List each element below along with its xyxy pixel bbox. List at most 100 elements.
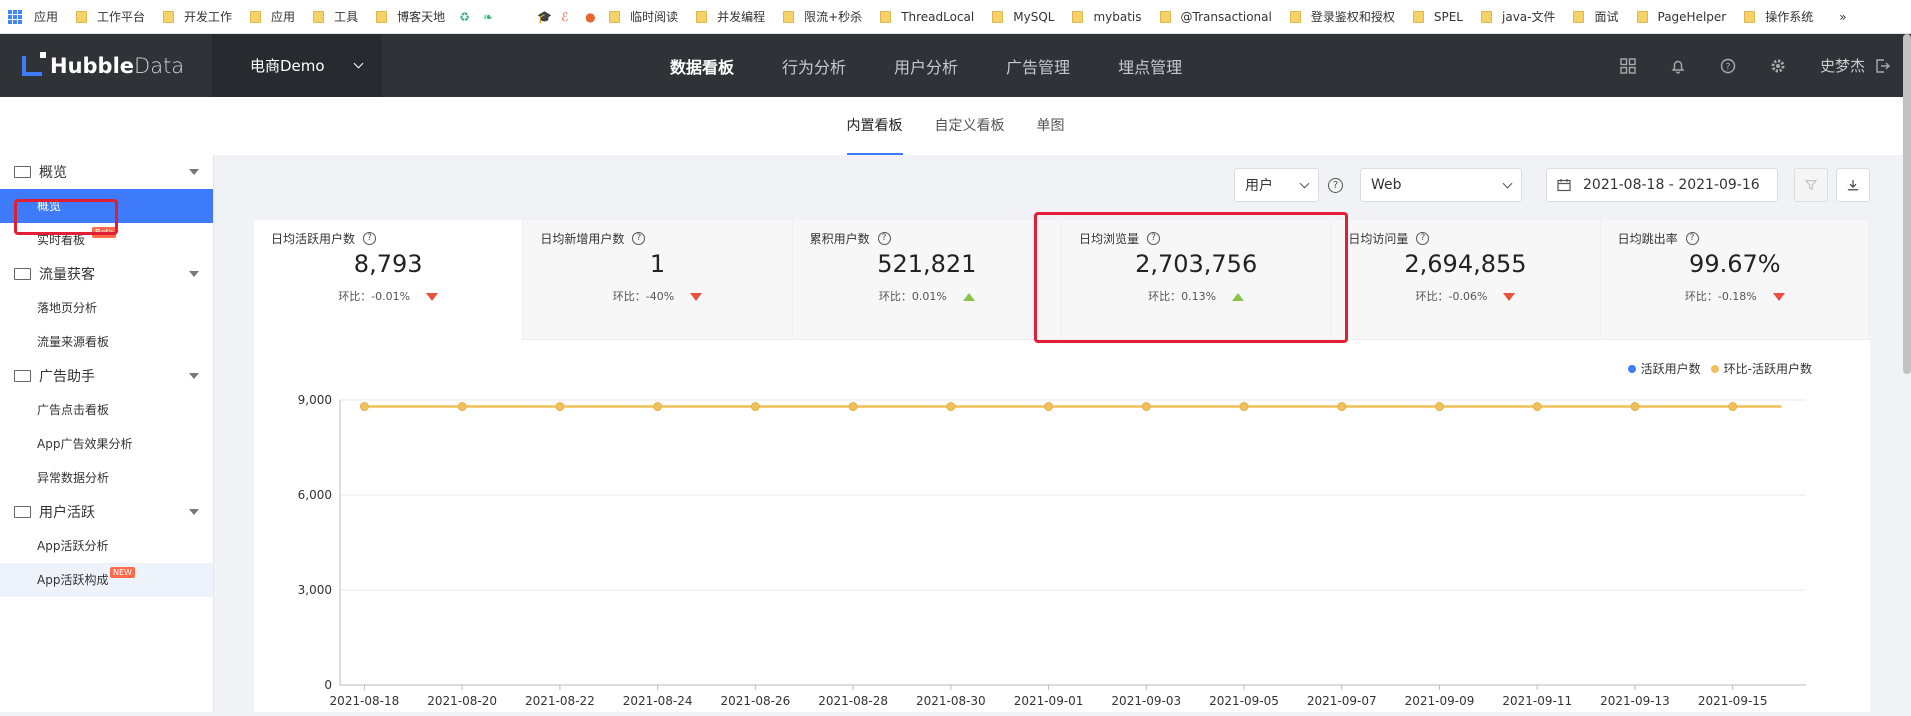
data-point bbox=[1728, 402, 1738, 412]
help-icon[interactable]: ? bbox=[1720, 58, 1736, 74]
bookmark-label: MySQL bbox=[1013, 9, 1055, 24]
bookmark-label: 并发编程 bbox=[717, 10, 766, 24]
menu-item[interactable]: 用户分析 bbox=[894, 54, 958, 78]
help-icon[interactable]: ? bbox=[363, 232, 377, 245]
trend-down-icon bbox=[426, 293, 439, 301]
bookmark-item[interactable]: SPEL bbox=[1412, 8, 1463, 25]
gear-icon[interactable] bbox=[1770, 58, 1786, 74]
bell-icon[interactable] bbox=[1670, 58, 1686, 74]
sidebar-group[interactable]: 广告助手 bbox=[0, 359, 213, 393]
sidebar-group[interactable]: 用户活跃 bbox=[0, 495, 213, 529]
metric-card[interactable]: 日均活跃用户数? 8,793 环比：-0.01% bbox=[254, 220, 524, 340]
sidebar-item[interactable]: 落地页分析 bbox=[0, 291, 213, 325]
sidebar-item-label: App广告效果分析 bbox=[37, 437, 133, 451]
sidebar-badge: NEW bbox=[110, 567, 135, 578]
bookmark-item[interactable]: 操作系统 bbox=[1744, 8, 1813, 25]
help-icon[interactable]: ? bbox=[1328, 178, 1343, 193]
folder-icon bbox=[250, 10, 262, 23]
bookmark-item[interactable]: PageHelper bbox=[1636, 8, 1726, 25]
bookmark-item[interactable]: 博客天地 bbox=[376, 8, 445, 25]
bookmarks-more-icon[interactable]: » bbox=[1839, 10, 1846, 24]
sidebar-group[interactable]: 概览 bbox=[0, 155, 213, 189]
logout-icon[interactable] bbox=[1875, 58, 1891, 74]
help-icon[interactable]: ? bbox=[1416, 232, 1430, 245]
user-name[interactable]: 史梦杰 bbox=[1820, 55, 1865, 76]
metric-value: 99.67% bbox=[1689, 250, 1781, 278]
bookmark-item[interactable]: 开发工作 bbox=[163, 8, 232, 25]
legend-label-active[interactable]: 活跃用户数 bbox=[1641, 360, 1701, 377]
sidebar-item[interactable]: App活跃构成 NEW bbox=[0, 563, 213, 597]
metric-card[interactable]: 日均访问量? 2,694,855 环比：-0.06% bbox=[1331, 220, 1601, 340]
x-tick-label: 2021-09-05 bbox=[1209, 694, 1279, 708]
bookmark-item[interactable]: 登录鉴权和授权 bbox=[1289, 8, 1395, 25]
metric-change: 环比：-40% bbox=[523, 288, 791, 304]
metric-card[interactable]: 日均新增用户数? 1 环比：-40% bbox=[523, 220, 793, 340]
metric-change-text: 环比：-0.06% bbox=[1415, 290, 1488, 303]
bookmark-item[interactable]: 临时阅读 bbox=[609, 8, 678, 25]
help-icon[interactable]: ? bbox=[877, 232, 891, 245]
metric-value: 521,821 bbox=[877, 250, 977, 278]
bookmark-item[interactable]: 工具 bbox=[313, 8, 358, 25]
sub-tab[interactable]: 单图 bbox=[1037, 97, 1065, 155]
logo-icon[interactable]: ℰ bbox=[561, 10, 575, 24]
bookmark-item[interactable]: java-文件 bbox=[1481, 8, 1555, 25]
x-tick-label: 2021-08-20 bbox=[427, 694, 497, 708]
platform-select[interactable]: Web bbox=[1360, 168, 1522, 202]
menu-item[interactable]: 埋点管理 bbox=[1118, 54, 1182, 78]
metric-card[interactable]: 累积用户数? 521,821 环比：0.01% bbox=[792, 220, 1062, 340]
menu-item[interactable]: 广告管理 bbox=[1006, 54, 1070, 78]
bookmark-item[interactable]: 应用 bbox=[250, 8, 295, 25]
project-selector[interactable]: 电商Demo bbox=[212, 34, 382, 97]
bookmark-item[interactable]: @Transactional bbox=[1159, 8, 1272, 25]
date-range-picker[interactable]: 2021-08-18 - 2021-09-16 bbox=[1546, 168, 1778, 202]
sub-tabs: 内置看板 自定义看板 单图 bbox=[0, 97, 1911, 155]
bookmark-label: 工作平台 bbox=[97, 10, 146, 24]
metric-value: 8,793 bbox=[353, 250, 423, 278]
y-tick-label: 9,000 bbox=[298, 393, 332, 407]
metric-label-row: 累积用户数? bbox=[810, 230, 891, 247]
scrollbar[interactable] bbox=[1903, 34, 1911, 374]
data-point bbox=[653, 402, 663, 412]
graduation-cap-icon[interactable]: 🎓 bbox=[537, 10, 552, 24]
help-icon[interactable]: ? bbox=[1685, 232, 1699, 245]
sidebar-group[interactable]: 流量获客 bbox=[0, 257, 213, 291]
caret-down-icon bbox=[189, 271, 199, 277]
metric-change-text: 环比：-0.18% bbox=[1684, 290, 1757, 303]
sidebar-item[interactable]: 广告点击看板 bbox=[0, 393, 213, 427]
folder-icon bbox=[1573, 10, 1585, 23]
metric-card[interactable]: 日均跳出率? 99.67% 环比：-0.18% bbox=[1600, 220, 1870, 340]
bookmark-item[interactable]: mybatis bbox=[1072, 8, 1142, 25]
help-icon[interactable]: ? bbox=[632, 232, 646, 245]
x-tick-label: 2021-09-01 bbox=[1014, 694, 1084, 708]
bookmark-item[interactable]: 工作平台 bbox=[76, 8, 145, 25]
bookmark-item[interactable]: 面试 bbox=[1573, 8, 1619, 25]
sidebar-item[interactable]: App广告效果分析 bbox=[0, 427, 213, 461]
apps-grid-icon[interactable] bbox=[8, 9, 22, 24]
subject-select[interactable]: 用户 bbox=[1234, 168, 1319, 202]
recycle-icon[interactable]: ♻ bbox=[459, 10, 473, 24]
metric-value: 2,694,855 bbox=[1404, 250, 1527, 278]
folder-icon bbox=[783, 10, 795, 23]
bookmark-item[interactable]: MySQL bbox=[992, 8, 1054, 25]
filter-button[interactable] bbox=[1794, 168, 1828, 202]
caret-down-icon bbox=[189, 373, 199, 379]
sidebar-item[interactable]: 异常数据分析 bbox=[0, 461, 213, 495]
hubble-logo[interactable]: Hubble Data bbox=[0, 34, 212, 97]
sub-tab[interactable]: 自定义看板 bbox=[935, 97, 1005, 155]
grid-icon[interactable] bbox=[1620, 57, 1636, 74]
sub-tab[interactable]: 内置看板 bbox=[846, 97, 903, 155]
bookmark-apps[interactable]: 应用 bbox=[34, 8, 58, 25]
leaf-icon[interactable]: ❧ bbox=[483, 10, 497, 24]
menu-item[interactable]: 行为分析 bbox=[782, 54, 846, 78]
bookmark-item[interactable]: ThreadLocal bbox=[880, 8, 974, 25]
legend-label-change[interactable]: 环比-活跃用户数 bbox=[1724, 360, 1812, 377]
folder-icon bbox=[76, 10, 88, 23]
bookmark-item[interactable]: 并发编程 bbox=[696, 8, 765, 25]
pin-icon[interactable]: ● bbox=[585, 10, 599, 24]
sidebar-item[interactable]: 流量来源看板 bbox=[0, 325, 213, 359]
menu-item[interactable]: 数据看板 bbox=[670, 54, 734, 78]
download-button[interactable] bbox=[1836, 168, 1870, 202]
sidebar-item[interactable]: App活跃分析 bbox=[0, 529, 213, 563]
folder-icon bbox=[1289, 10, 1301, 23]
bookmark-item[interactable]: 限流+秒杀 bbox=[783, 8, 862, 25]
